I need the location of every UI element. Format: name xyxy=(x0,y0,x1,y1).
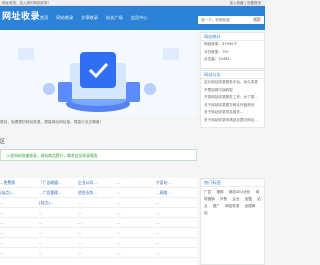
announcement-item[interactable]: 开放网站收录服务工作，为了更... xyxy=(201,94,264,102)
tag[interactable]: 企业 xyxy=(232,197,239,201)
grid-cell[interactable]: 「广告联盟... xyxy=(39,178,77,188)
tags-title: 热门标签 xyxy=(201,179,264,187)
tag[interactable]: 加盟 xyxy=(245,197,252,201)
stats-row: 点击量：10481 xyxy=(204,57,230,61)
grid-cell[interactable]: ... xyxy=(156,198,196,208)
search-button[interactable]: 搜索 xyxy=(250,16,264,24)
grid-cell[interactable]: ... xyxy=(117,188,155,198)
hero-banner xyxy=(0,30,197,117)
tag[interactable]: 视频 xyxy=(216,190,223,194)
tags-panel: 热门标签 广告 视频 网站SEO优化 网络营销 外贸 企业 加盟 站点 推广 网… xyxy=(200,178,265,265)
announcement-item[interactable]: 不限站网中途转型 xyxy=(201,87,264,95)
intro-text: 原创，免费提供网站收录，提高网站网站量，提高行业正确度！ xyxy=(0,120,104,124)
tag[interactable]: 网站SEO优化 xyxy=(229,190,251,194)
grid-cell[interactable]: ... xyxy=(39,248,77,258)
stats-title: 网站统计 xyxy=(201,33,264,41)
grid-cell[interactable]: ... xyxy=(39,238,77,248)
grid-cell[interactable]: ...免费版 xyxy=(0,178,38,188)
grid-cell[interactable]: ... xyxy=(39,208,77,218)
grid-cell[interactable]: ... xyxy=(156,208,196,218)
grid-cell[interactable]: ... xyxy=(117,218,155,228)
grid-cell[interactable]: 企业公司... xyxy=(78,178,116,188)
tag[interactable]: 网站收录 xyxy=(225,204,239,208)
stats-panel: 网站统计 网站收录：37990个 今日收录：797 点击量：10481 xyxy=(200,32,265,69)
grid-cell[interactable]: ... xyxy=(0,198,38,208)
announcement-item[interactable]: 关于网站收录申请站点提交网址... xyxy=(201,117,264,125)
grid-cell[interactable]: ... xyxy=(0,208,38,218)
hero-illustration xyxy=(0,30,197,117)
grid-cell[interactable]: ... xyxy=(156,248,196,258)
notice-text[interactable]: · 入驻网站快速收录，网站商品提升，尊贵会员收录服务 xyxy=(4,153,98,159)
announcement-item[interactable]: 关于网站收录排名相关... xyxy=(201,109,264,117)
grid-cell[interactable]: ... xyxy=(117,198,155,208)
grid-cell[interactable]: 综合业务... xyxy=(78,188,116,198)
grid-cell[interactable]: ... xyxy=(156,238,196,248)
announcement-panel: 网站公告 站长网站收录服务平台，永久收录 不限站网中途转型 开放网站收录服务工作… xyxy=(200,70,265,128)
tag[interactable]: 外贸 xyxy=(220,197,227,201)
site-grid: ...免费版 「广告联盟... 企业公司... ... 宁夏站... [站点].… xyxy=(0,178,197,265)
grid-cell[interactable]: ... xyxy=(78,208,116,218)
stats-row: 网站收录：37990个 xyxy=(204,42,237,46)
grid-cell[interactable]: ... xyxy=(78,218,116,228)
site-logo[interactable]: 网址收录 xyxy=(2,9,40,22)
grid-cell[interactable]: ...广告管理... xyxy=(39,188,77,198)
stats-row: 今日收录：797 xyxy=(204,49,229,54)
grid-cell[interactable]: ... xyxy=(78,228,116,238)
grid-cell[interactable]: ... xyxy=(117,178,155,188)
announcement-item[interactable]: 站长网站收录服务平台，永久收录 xyxy=(201,79,264,87)
tags-list: 广告 视频 网站SEO优化 网络营销 外贸 企业 加盟 站点 推广 网站收录 全… xyxy=(201,187,264,219)
grid-cell[interactable]: ... xyxy=(0,238,38,248)
grid-cell[interactable]: ... xyxy=(156,218,196,228)
search-input[interactable] xyxy=(198,16,250,24)
grid-cell[interactable]: ... xyxy=(0,228,38,238)
nav-home[interactable]: 首页 xyxy=(40,15,48,21)
grid-cell[interactable]: ... xyxy=(39,228,77,238)
section-title: 区 xyxy=(0,139,6,145)
grid-cell[interactable]: ... xyxy=(0,248,38,258)
grid-cell[interactable]: ... xyxy=(0,218,38,228)
tag[interactable]: 推广 xyxy=(213,204,220,208)
grid-cell[interactable]: ... xyxy=(39,218,77,228)
grid-cell[interactable]: [站点]... xyxy=(0,188,38,198)
main-nav: 首页 网站收录 文章收录 站长广场 会员中心 xyxy=(40,15,147,21)
grid-cell[interactable]: ... xyxy=(117,228,155,238)
grid-cell[interactable]: [站点]... xyxy=(39,198,77,208)
tag[interactable]: 广告 xyxy=(204,190,211,194)
announcement-item[interactable]: 关于网站收录提交网址外链资讯 xyxy=(201,102,264,110)
nav-webmaster-plaza[interactable]: 站长广场 xyxy=(106,15,123,21)
grid-cell[interactable]: ...网络... xyxy=(156,188,196,198)
header: 网址收录 首页 网站收录 文章收录 站长广场 会员中心 搜索 xyxy=(0,6,265,30)
grid-cell[interactable]: ... xyxy=(78,248,116,258)
announcement-title: 网站公告 xyxy=(201,71,264,79)
grid-cell[interactable]: ... xyxy=(78,238,116,248)
grid-cell[interactable]: ... xyxy=(117,238,155,248)
grid-cell[interactable]: ... xyxy=(117,248,155,258)
grid-cell[interactable]: ... xyxy=(78,198,116,208)
grid-cell[interactable]: ... xyxy=(156,228,196,238)
nav-article-submission[interactable]: 文章收录 xyxy=(81,15,98,21)
notice-box: · 入驻网站快速收录，网站商品提升，尊贵会员收录服务 xyxy=(0,149,197,161)
grid-cell[interactable]: 宁夏站... xyxy=(156,178,196,188)
nav-site-submission[interactable]: 网站收录 xyxy=(56,15,73,21)
nav-member-center[interactable]: 会员中心 xyxy=(131,15,148,21)
grid-cell[interactable]: ... xyxy=(117,208,155,218)
